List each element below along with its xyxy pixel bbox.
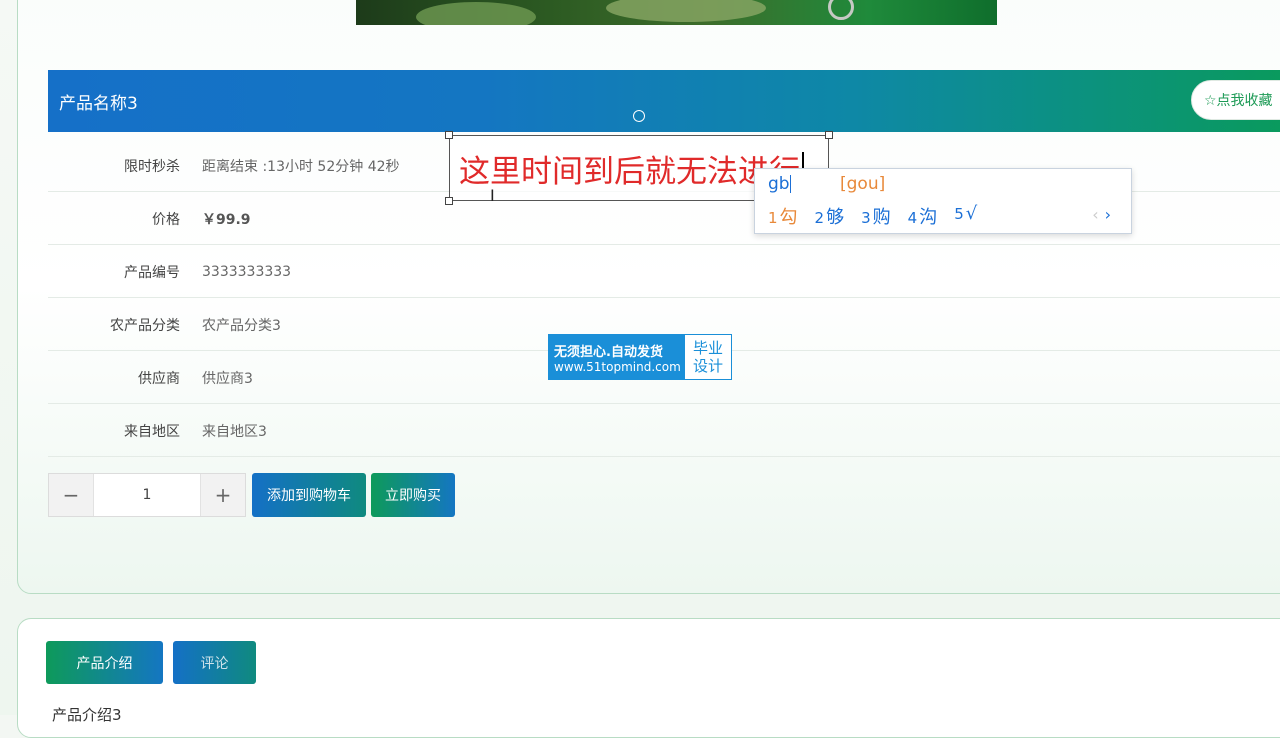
add-to-cart-button[interactable]: 添加到购物车 xyxy=(252,473,366,517)
quantity-minus-button[interactable]: − xyxy=(49,474,93,516)
quantity-stepper: − 1 + xyxy=(48,473,246,517)
annotation-text: 这里时间到后就无法进行 xyxy=(459,153,800,190)
watermark-right1: 毕业 xyxy=(692,339,723,357)
resize-handle-top-left[interactable] xyxy=(445,131,453,139)
product-name: 产品名称3 xyxy=(59,93,138,114)
favorite-button[interactable]: ☆点我收藏 xyxy=(1191,80,1280,120)
watermark-line2: www.51topmind.com xyxy=(554,359,681,374)
detail-label: 产品编号 xyxy=(124,264,180,281)
ime-candidate[interactable]: 2够 xyxy=(815,203,845,229)
product-id-value: 3333333333 xyxy=(202,263,292,280)
watermark-line1: 无须担心.自动发货 xyxy=(554,344,663,360)
product-title-bar: 产品名称3 xyxy=(48,70,1280,132)
chevron-right-icon[interactable]: › xyxy=(1105,205,1111,224)
supplier-value: 供应商3 xyxy=(202,370,253,387)
ime-page-nav: ‹ › xyxy=(1092,205,1111,224)
detail-label: 来自地区 xyxy=(124,423,180,440)
tab-comments[interactable]: 评论 xyxy=(173,641,256,684)
category-value: 农产品分类3 xyxy=(202,317,281,334)
product-image xyxy=(356,0,997,25)
detail-label: 限时秒杀 xyxy=(124,158,180,175)
rotate-handle[interactable] xyxy=(633,110,645,122)
watermark-right2: 设计 xyxy=(692,357,723,375)
ime-candidate[interactable]: 1勾 xyxy=(768,203,798,229)
detail-row-region: 来自地区 来自地区3 xyxy=(48,405,1280,457)
ime-candidate[interactable]: 5 √ xyxy=(954,203,977,229)
detail-label: 价格 xyxy=(152,211,180,228)
buy-now-button[interactable]: 立即购买 xyxy=(371,473,455,517)
chevron-left-icon[interactable]: ‹ xyxy=(1092,205,1098,224)
ime-pinyin: [gou] xyxy=(840,174,886,194)
watermark-logo: 无须担心.自动发货 www.51topmind.com 毕业 设计 xyxy=(548,334,732,380)
detail-row-product-id: 产品编号 3333333333 xyxy=(48,246,1280,298)
ime-candidate-popup: gb [gou] 1勾 2够 3购 4沟 5 √ ‹ › xyxy=(754,168,1132,234)
detail-label: 供应商 xyxy=(138,370,180,387)
price-value: ￥99.9 xyxy=(202,211,251,228)
countdown-value: 距离结束 :13小时 52分钟 42秒 xyxy=(202,158,400,175)
tab-product-intro[interactable]: 产品介绍 xyxy=(46,641,163,684)
ime-composition: gb xyxy=(768,174,791,194)
ibeam-cursor-icon: I xyxy=(490,186,495,205)
region-value: 来自地区3 xyxy=(202,423,267,440)
resize-handle-bottom-left[interactable] xyxy=(445,197,453,205)
quantity-plus-button[interactable]: + xyxy=(201,474,245,516)
quantity-input[interactable]: 1 xyxy=(93,474,201,516)
ime-candidate-list: 1勾 2够 3购 4沟 5 √ xyxy=(768,203,977,229)
ime-candidate[interactable]: 4沟 xyxy=(908,203,938,229)
ime-candidate[interactable]: 3购 xyxy=(861,203,891,229)
resize-handle-top-right[interactable] xyxy=(825,131,833,139)
detail-label: 农产品分类 xyxy=(110,317,180,334)
